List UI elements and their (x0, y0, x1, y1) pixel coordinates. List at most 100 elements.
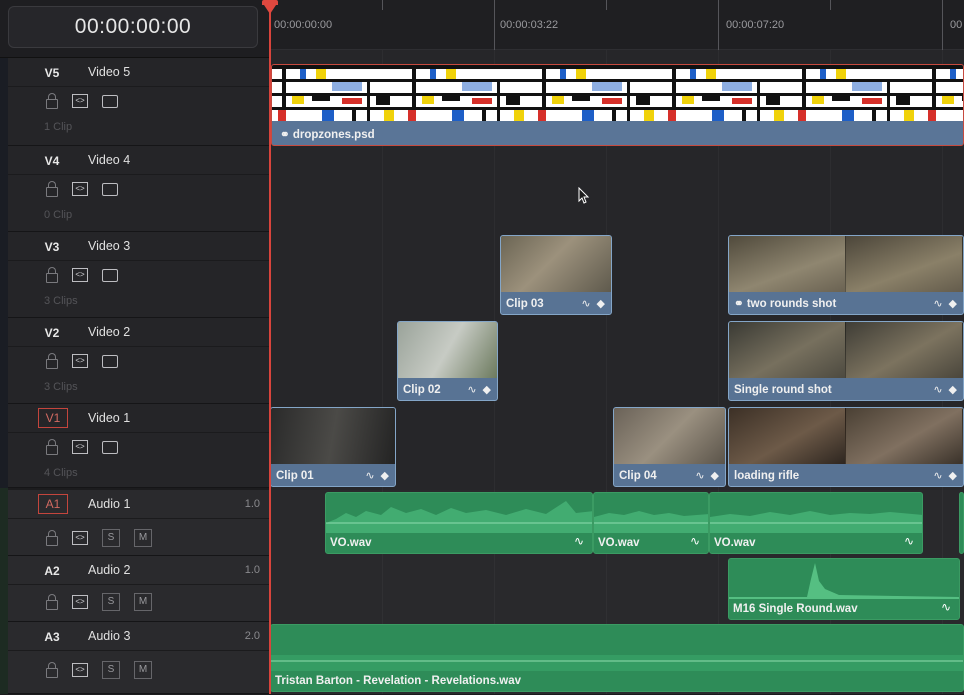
track-name[interactable]: Video 3 (88, 239, 130, 253)
track-header-a3[interactable]: A3 Audio 3 2.0 <> S M (8, 622, 270, 694)
playhead-handle-top[interactable] (262, 0, 278, 5)
mute-button[interactable]: M (134, 529, 152, 547)
clip-icons: ∿ ◆ (933, 469, 957, 482)
track-id[interactable]: A1 (38, 494, 68, 514)
track-name[interactable]: Video 5 (88, 65, 130, 79)
track-enable-icon[interactable] (102, 440, 118, 454)
lock-icon[interactable] (46, 438, 58, 455)
track-id[interactable]: A2 (38, 562, 66, 580)
clip-name: M16 Single Round.wav (733, 603, 858, 615)
thumb-frame (846, 408, 963, 464)
track-id[interactable]: A3 (38, 628, 66, 646)
timecode-display[interactable]: 00:00:00:00 (8, 6, 258, 48)
track-id[interactable]: V4 (38, 152, 66, 170)
ruler-tick (494, 0, 495, 50)
keyframe-icon: ◆ (482, 384, 491, 396)
lock-icon[interactable] (46, 352, 58, 369)
track-id[interactable]: V3 (38, 238, 66, 256)
lock-icon[interactable] (46, 593, 58, 610)
keyframe-icon: ◆ (596, 298, 605, 310)
playhead[interactable] (269, 0, 271, 694)
track-id[interactable]: V5 (38, 64, 66, 82)
lock-icon[interactable] (46, 266, 58, 283)
clip-name: VO.wav (598, 537, 640, 549)
audio-side-stripe (0, 488, 8, 694)
curve-icon: ∿ (695, 470, 705, 482)
clip-name: dropzones.psd (292, 129, 375, 141)
track-header-v1[interactable]: V1 Video 1 <> 4 Clips (8, 404, 270, 488)
clip-label: ⚭ dropzones.psd (280, 127, 375, 141)
track-header-v4[interactable]: V4 Video 4 <> 0 Clip (8, 146, 270, 232)
auto-select-icon[interactable]: <> (72, 268, 88, 282)
auto-select-icon[interactable]: <> (72, 663, 88, 677)
speed-icon: ⚭ (280, 129, 293, 141)
clip-thumbnail (614, 408, 725, 464)
ruler-tick (942, 0, 943, 50)
clip-audio-offscreen[interactable] (959, 492, 964, 554)
solo-button[interactable]: S (102, 661, 120, 679)
timeline-ruler[interactable]: 00:00:00:00 00:00:03:22 00:00:07:20 00 (270, 0, 964, 50)
clip-count: 3 Clips (44, 295, 78, 307)
ruler-tick (382, 0, 383, 10)
solo-button[interactable]: S (102, 593, 120, 611)
auto-select-icon[interactable]: <> (72, 182, 88, 196)
track-level: 2.0 (244, 630, 260, 642)
clip-03[interactable]: Clip 03 ∿ ◆ (500, 235, 612, 315)
auto-select-icon[interactable]: <> (72, 354, 88, 368)
auto-select-icon[interactable]: <> (72, 440, 88, 454)
lock-icon[interactable] (46, 180, 58, 197)
grid-line (382, 50, 383, 694)
clip-01[interactable]: Clip 01 ∿ ◆ (270, 407, 396, 487)
mute-button[interactable]: M (134, 593, 152, 611)
clip-m16-single-round[interactable]: M16 Single Round.wav ∿ (728, 558, 960, 620)
track-header-a1[interactable]: A1 Audio 1 1.0 <> S M (8, 490, 270, 556)
clip-dropzones[interactable]: ⚭ dropzones.psd (271, 64, 964, 146)
track-header-v2[interactable]: V2 Video 2 <> 3 Clips (8, 318, 270, 404)
clip-04[interactable]: Clip 04 ∿ ◆ (613, 407, 726, 487)
keyframe-icon: ◆ (948, 470, 957, 482)
track-enable-icon[interactable] (102, 94, 118, 108)
track-controls: <> (46, 265, 118, 285)
clip-two-rounds-shot[interactable]: ⚭ two rounds shot ∿ ◆ (728, 235, 964, 315)
lock-icon[interactable] (46, 529, 58, 546)
track-id[interactable]: V1 (38, 408, 68, 428)
mute-button[interactable]: M (134, 661, 152, 679)
speed-icon: ⚭ (734, 298, 747, 310)
track-header-v3[interactable]: V3 Video 3 <> 3 Clips (8, 232, 270, 318)
auto-select-icon[interactable]: <> (72, 94, 88, 108)
clip-vo-2[interactable]: VO.wav ∿ (593, 492, 709, 554)
clip-02[interactable]: Clip 02 ∿ ◆ (397, 321, 498, 401)
lock-icon[interactable] (46, 92, 58, 109)
clip-vo-1[interactable]: VO.wav ∿ (325, 492, 593, 554)
track-name[interactable]: Audio 3 (88, 629, 130, 643)
clip-label: ⚭ two rounds shot (734, 296, 836, 310)
clip-vo-3[interactable]: VO.wav ∿ (709, 492, 923, 554)
solo-button[interactable]: S (102, 529, 120, 547)
lane-v4[interactable] (270, 146, 964, 233)
auto-select-icon[interactable]: <> (72, 595, 88, 609)
ruler-label: 00:00:07:20 (726, 19, 785, 31)
clip-single-round-shot[interactable]: Single round shot ∿ ◆ (728, 321, 964, 401)
track-name[interactable]: Audio 1 (88, 497, 130, 511)
curve-icon: ∿ (933, 470, 943, 482)
dropzones-thumbnails (272, 65, 963, 121)
track-name[interactable]: Audio 2 (88, 563, 130, 577)
track-name[interactable]: Video 4 (88, 153, 130, 167)
track-controls: <> S M (46, 528, 152, 548)
clip-loading-rifle[interactable]: loading rifle ∿ ◆ (728, 407, 964, 487)
track-id[interactable]: V2 (38, 324, 66, 342)
lock-icon[interactable] (46, 661, 58, 678)
track-name[interactable]: Video 2 (88, 325, 130, 339)
track-header-v5[interactable]: V5 Video 5 <> 1 Clip (8, 58, 270, 146)
track-enable-icon[interactable] (102, 354, 118, 368)
keyframe-icon: ◆ (948, 384, 957, 396)
auto-select-icon[interactable]: <> (72, 531, 88, 545)
track-name[interactable]: Video 1 (88, 411, 130, 425)
track-enable-icon[interactable] (102, 268, 118, 282)
track-controls: <> (46, 179, 118, 199)
thumb-frame (729, 408, 846, 464)
clip-revelations[interactable]: Tristan Barton - Revelation - Revelation… (270, 624, 964, 692)
track-enable-icon[interactable] (102, 182, 118, 196)
track-header-a2[interactable]: A2 Audio 2 1.0 <> S M (8, 556, 270, 622)
track-level: 1.0 (244, 498, 260, 510)
